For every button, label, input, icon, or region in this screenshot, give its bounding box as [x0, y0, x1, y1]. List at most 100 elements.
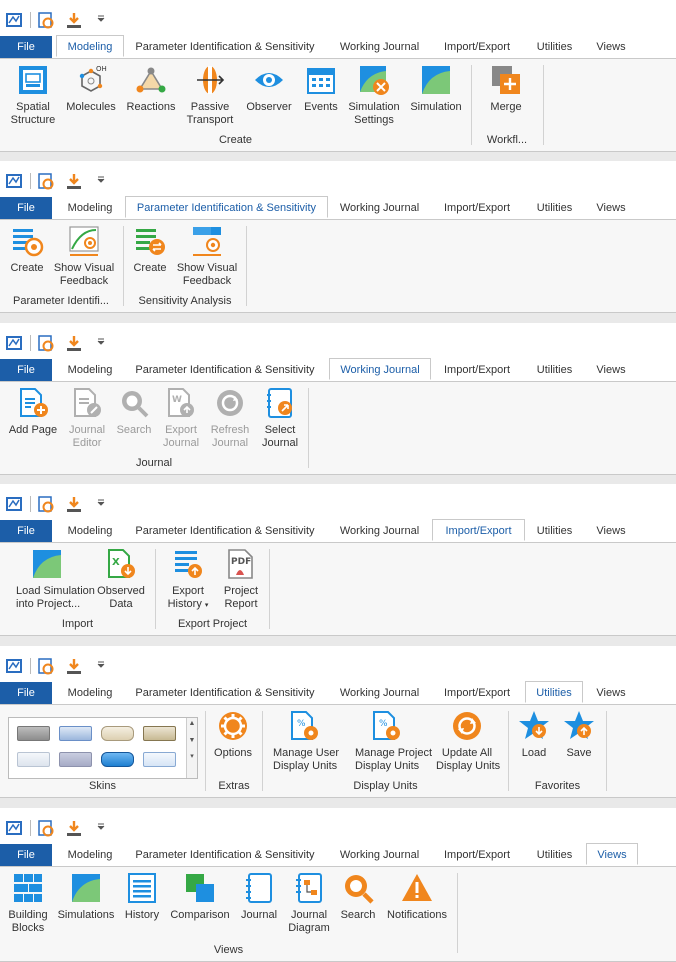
tab-file[interactable]: File [0, 844, 52, 866]
tab-views[interactable]: Views [586, 843, 638, 865]
skin-swatch[interactable] [59, 752, 92, 767]
tab-utilities[interactable]: Utilities [527, 844, 582, 866]
user-units-icon: % [287, 709, 321, 743]
export-history-icon [171, 547, 205, 581]
pdf-icon: PDF [224, 547, 258, 581]
ribbon-parameter-identification: File Modeling Parameter Identification &… [0, 161, 676, 313]
tab-parameter-identification[interactable]: Parameter Identification & Sensitivity [125, 196, 328, 218]
tab-modeling[interactable]: Modeling [56, 359, 124, 381]
app-icon[interactable] [5, 172, 23, 190]
chevron-down-icon[interactable] [96, 174, 106, 192]
tab-working-journal[interactable]: Working Journal [332, 682, 427, 704]
tab-views[interactable]: Views [588, 197, 634, 219]
skins-gallery[interactable]: ▲ ▼ ▾ [8, 717, 198, 779]
chevron-down-icon[interactable] [96, 821, 106, 839]
calendar-icon [304, 63, 338, 97]
gallery-scrollbar[interactable]: ▲ ▼ ▾ [186, 718, 197, 778]
reload-icon[interactable] [37, 819, 55, 837]
sa-create-icon [133, 224, 167, 258]
skin-swatch[interactable] [17, 726, 50, 741]
app-icon[interactable] [5, 657, 23, 675]
tab-parameter-identification[interactable]: Parameter Identification & Sensitivity [128, 36, 322, 58]
app-icon[interactable] [5, 495, 23, 513]
save-icon[interactable] [65, 657, 83, 675]
skin-swatch[interactable] [17, 752, 50, 767]
tab-modeling[interactable]: Modeling [56, 197, 124, 219]
save-icon[interactable] [65, 495, 83, 513]
skin-swatch[interactable] [101, 726, 134, 741]
save-icon[interactable] [65, 334, 83, 352]
journal-icon [242, 871, 276, 905]
quick-access-toolbar [0, 161, 676, 197]
tab-working-journal[interactable]: Working Journal [332, 197, 427, 219]
visual-feedback-icon [67, 224, 101, 258]
tab-file[interactable]: File [0, 520, 52, 542]
skin-swatch[interactable] [59, 726, 92, 741]
tab-import-export[interactable]: Import/Export [432, 519, 525, 541]
tab-import-export[interactable]: Import/Export [432, 197, 522, 219]
reload-icon[interactable] [37, 11, 55, 29]
history-icon [125, 871, 159, 905]
chevron-down-icon[interactable] [96, 13, 106, 31]
ribbon-body-parameter-identification: Create Show Visual Feedback Create Show V… [0, 220, 676, 313]
gear-icon [216, 709, 250, 743]
reload-icon[interactable] [37, 334, 55, 352]
quick-access-toolbar [0, 0, 676, 36]
skin-swatch[interactable] [143, 726, 176, 741]
tab-file[interactable]: File [0, 682, 52, 704]
tab-views[interactable]: Views [588, 36, 634, 58]
tab-parameter-identification[interactable]: Parameter Identification & Sensitivity [128, 520, 322, 542]
tab-views[interactable]: Views [588, 682, 634, 704]
group-label-sensitivity-analysis: Sensitivity Analysis [138, 295, 232, 307]
tab-modeling[interactable]: Modeling [56, 35, 124, 57]
tab-utilities[interactable]: Utilities [527, 359, 582, 381]
tab-views[interactable]: Views [588, 520, 634, 542]
ribbon-body-working-journal: Add Page Journal Editor Search W Export Jo… [0, 382, 676, 475]
tab-utilities[interactable]: Utilities [525, 681, 583, 703]
tab-working-journal[interactable]: Working Journal [332, 520, 427, 542]
search-icon [341, 871, 375, 905]
app-icon[interactable] [5, 11, 23, 29]
reload-icon[interactable] [37, 495, 55, 513]
comparison-icon [183, 871, 217, 905]
tab-file[interactable]: File [0, 197, 52, 219]
reload-icon[interactable] [37, 172, 55, 190]
tab-views[interactable]: Views [588, 359, 634, 381]
reload-icon[interactable] [37, 657, 55, 675]
app-icon[interactable] [5, 819, 23, 837]
tab-parameter-identification[interactable]: Parameter Identification & Sensitivity [128, 359, 322, 381]
ribbon-utilities: File Modeling Parameter Identification &… [0, 646, 676, 798]
tab-modeling[interactable]: Modeling [56, 844, 124, 866]
tab-utilities[interactable]: Utilities [527, 520, 582, 542]
save-icon[interactable] [65, 172, 83, 190]
tab-import-export[interactable]: Import/Export [432, 682, 522, 704]
tab-import-export[interactable]: Import/Export [432, 36, 522, 58]
ribbon-body-utilities: ▲ ▼ ▾ Options % Manage User Display Units %… [0, 705, 676, 798]
tab-utilities[interactable]: Utilities [527, 36, 582, 58]
simulation-icon [69, 871, 103, 905]
tab-file[interactable]: File [0, 359, 52, 381]
add-page-icon [16, 386, 50, 420]
save-icon[interactable] [65, 11, 83, 29]
tab-working-journal[interactable]: Working Journal [332, 36, 427, 58]
tab-utilities[interactable]: Utilities [527, 197, 582, 219]
tab-working-journal[interactable]: Working Journal [329, 358, 431, 380]
chevron-down-icon[interactable] [96, 659, 106, 677]
tab-import-export[interactable]: Import/Export [432, 844, 522, 866]
tab-modeling[interactable]: Modeling [56, 520, 124, 542]
group-label-import: Import [61, 618, 94, 630]
tab-file[interactable]: File [0, 36, 52, 58]
save-icon[interactable] [65, 819, 83, 837]
app-icon[interactable] [5, 334, 23, 352]
skin-swatch[interactable] [143, 752, 176, 767]
tab-parameter-identification[interactable]: Parameter Identification & Sensitivity [128, 682, 322, 704]
tab-working-journal[interactable]: Working Journal [332, 844, 427, 866]
chevron-down-icon[interactable] [96, 497, 106, 515]
tab-parameter-identification[interactable]: Parameter Identification & Sensitivity [128, 844, 322, 866]
tab-modeling[interactable]: Modeling [56, 682, 124, 704]
tab-import-export[interactable]: Import/Export [432, 359, 522, 381]
sensitivity-feedback-icon [190, 224, 224, 258]
skin-swatch[interactable] [101, 752, 134, 767]
chevron-down-icon[interactable] [96, 336, 106, 354]
journal-diagram-icon [292, 871, 326, 905]
